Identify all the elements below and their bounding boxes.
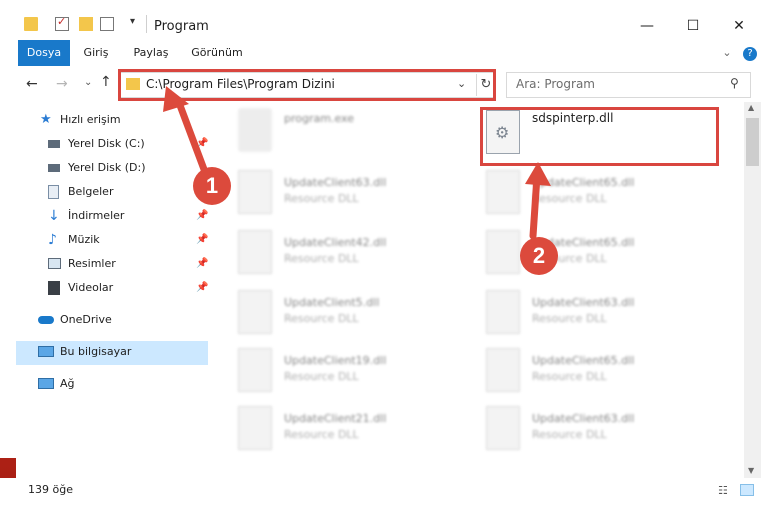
step-badge-1: 1 <box>193 167 231 205</box>
arrow-1 <box>163 86 209 176</box>
annotation-arrows <box>163 86 551 240</box>
arrow-2 <box>525 162 551 240</box>
step-badge-2: 2 <box>520 237 558 275</box>
